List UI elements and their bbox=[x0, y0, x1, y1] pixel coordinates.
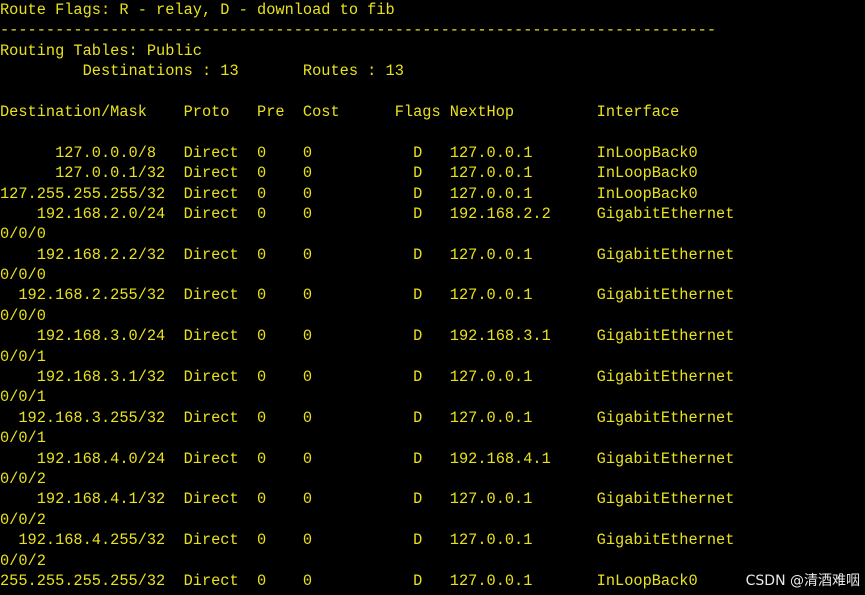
terminal-line: 192.168.2.0/24 Direct 0 0 D 192.168.2.2 … bbox=[0, 204, 735, 223]
terminal-line: 192.168.3.1/32 Direct 0 0 D 127.0.0.1 Gi… bbox=[0, 368, 735, 387]
watermark-label: CSDN @清酒难咽 bbox=[745, 573, 860, 589]
terminal-line: 192.168.4.255/32 Direct 0 0 D 127.0.0.1 … bbox=[0, 531, 735, 550]
terminal-line: 127.0.0.1/32 Direct 0 0 D 127.0.0.1 InLo… bbox=[0, 164, 698, 183]
terminal-line: 0/0/1 bbox=[0, 388, 46, 407]
terminal-line: 0/0/2 bbox=[0, 469, 46, 488]
terminal-line: 192.168.2.2/32 Direct 0 0 D 127.0.0.1 Gi… bbox=[0, 245, 735, 264]
terminal-line: 0/0/0 bbox=[0, 225, 46, 244]
terminal-line: Routing Tables: Public bbox=[0, 41, 202, 60]
terminal-line: 192.168.4.0/24 Direct 0 0 D 192.168.4.1 … bbox=[0, 449, 735, 468]
terminal-line: Destinations : 13 Routes : 13 bbox=[0, 62, 404, 81]
terminal-line: 127.0.0.0/8 Direct 0 0 D 127.0.0.1 InLoo… bbox=[0, 143, 698, 162]
terminal-line: Destination/Mask Proto Pre Cost Flags Ne… bbox=[0, 102, 680, 121]
terminal-line: 127.255.255.255/32 Direct 0 0 D 127.0.0.… bbox=[0, 184, 698, 203]
terminal-line: 0/0/1 bbox=[0, 347, 46, 366]
terminal-line: Route Flags: R - relay, D - download to … bbox=[0, 1, 395, 19]
terminal-line: 0/0/0 bbox=[0, 306, 46, 325]
terminal-line: 192.168.3.255/32 Direct 0 0 D 127.0.0.1 … bbox=[0, 408, 735, 427]
terminal-line: 0/0/0 bbox=[0, 266, 46, 285]
terminal-line: 192.168.2.255/32 Direct 0 0 D 127.0.0.1 … bbox=[0, 286, 735, 305]
terminal-line: 0/0/2 bbox=[0, 551, 46, 570]
terminal-line: 192.168.4.1/32 Direct 0 0 D 127.0.0.1 Gi… bbox=[0, 490, 735, 509]
terminal-line: 0/0/2 bbox=[0, 510, 46, 529]
terminal-line: 0/0/1 bbox=[0, 429, 46, 448]
terminal-output[interactable]: Route Flags: R - relay, D - download to … bbox=[0, 0, 865, 595]
terminal-line: ----------------------------------------… bbox=[0, 21, 717, 40]
terminal-line: 192.168.3.0/24 Direct 0 0 D 192.168.3.1 … bbox=[0, 327, 735, 346]
terminal-line: 255.255.255.255/32 Direct 0 0 D 127.0.0.… bbox=[0, 571, 698, 590]
